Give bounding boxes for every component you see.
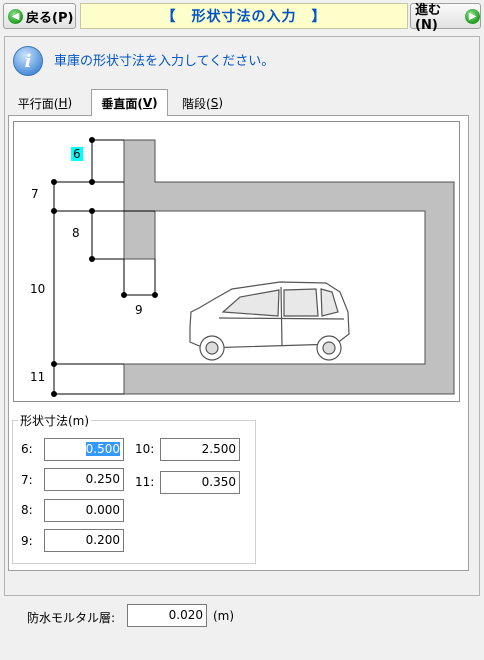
mortar-unit: (m) — [213, 609, 235, 623]
dim-label-10: 10 — [30, 282, 46, 296]
next-button-label: 進む(N) — [415, 3, 442, 33]
dim-7-input[interactable]: 0.250 — [44, 468, 124, 491]
mortar-input[interactable]: 0.020 — [127, 604, 207, 627]
dim-8-input[interactable]: 0.000 — [44, 499, 124, 522]
label-8: 8: — [21, 503, 33, 517]
label-9: 9: — [21, 534, 33, 548]
label-10: 10: — [135, 442, 155, 456]
arrow-left-circle-icon: ◀ — [8, 8, 23, 24]
mortar-label: 防水モルタル層: — [27, 611, 116, 625]
next-button[interactable]: 進む(N) ▶ — [410, 3, 481, 33]
dim-6-input[interactable]: 0.500 — [44, 438, 124, 461]
back-button-label: 戻る(P) — [26, 10, 74, 26]
label-6: 6: — [21, 442, 33, 456]
dim-10-input[interactable]: 2.500 — [160, 438, 240, 461]
dim-11-input[interactable]: 0.350 — [160, 471, 240, 494]
dim-label-11: 11 — [30, 370, 46, 384]
garage-section-drawing — [51, 137, 455, 397]
car-icon — [189, 281, 350, 361]
dimensions-group-label: 形状寸法(m) — [18, 412, 92, 429]
dim-label-6: 6 — [71, 147, 83, 161]
arrow-right-circle-icon: ▶ — [465, 8, 480, 24]
tab-vertical[interactable]: 垂直面(V) — [91, 89, 168, 116]
dim-9-input[interactable]: 0.200 — [44, 529, 124, 552]
dim-label-8: 8 — [72, 226, 80, 240]
back-button[interactable]: ◀ 戻る(P) — [3, 3, 76, 29]
dim-label-9: 9 — [135, 303, 143, 317]
tab-horizontal[interactable]: 平行面(H) — [9, 91, 81, 115]
tab-stairs[interactable]: 階段(S) — [175, 91, 230, 115]
label-7: 7: — [21, 473, 33, 487]
section-diagram: 6 7 8 9 10 11 — [13, 121, 460, 402]
garage-wall — [123, 139, 455, 395]
page-title: 【 形状寸法の入力 】 — [80, 3, 408, 29]
dim-label-7: 7 — [31, 187, 39, 201]
instruction-text: 車庫の形状寸法を入力してください。 — [54, 54, 275, 69]
label-11: 11: — [135, 475, 155, 489]
info-icon: i — [13, 46, 43, 76]
